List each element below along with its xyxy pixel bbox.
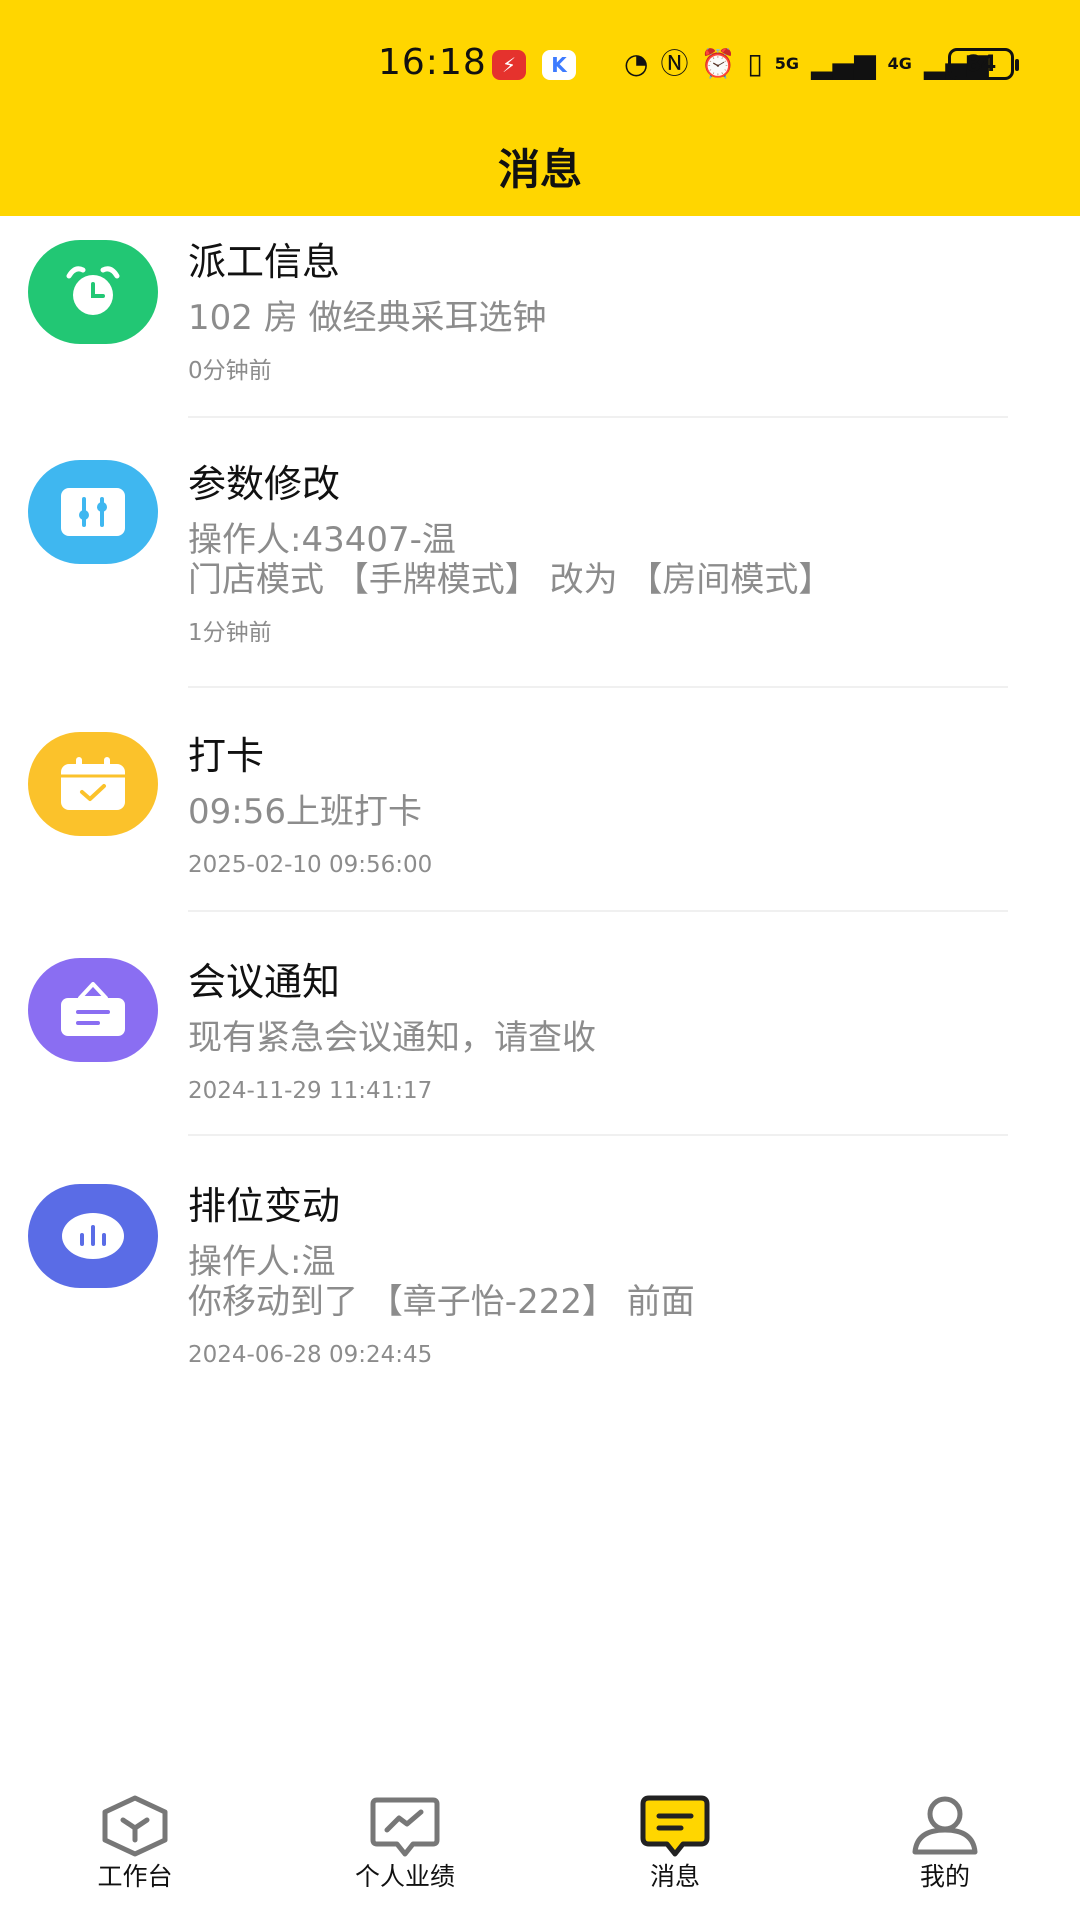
message-item-ranking-change[interactable]: 排位变动 操作人:温 你移动到了 【章子怡-222】 前面 2024-06-28… — [0, 1136, 1080, 1376]
message-item-clock-in[interactable]: 打卡 09:56上班打卡 2025-02-10 09:56:00 — [0, 686, 1080, 912]
bottom-navigation: 工作台 个人业绩 消息 我的 — [0, 1790, 1080, 1920]
alarm-clock-icon — [28, 240, 158, 344]
message-time: 2024-06-28 09:24:45 — [188, 1342, 433, 1368]
message-item-dispatch[interactable]: 派工信息 102 房 做经典采耳选钟 0分钟前 — [0, 216, 1080, 424]
notification-app-icon: ⚡ — [492, 50, 526, 80]
hd-call-icon: ◔ — [624, 47, 649, 80]
notification-app-icon-2: K — [542, 50, 576, 80]
sliders-icon — [28, 460, 158, 564]
message-time: 2025-02-10 09:56:00 — [188, 852, 433, 878]
message-body: 操作人:温 你移动到了 【章子怡-222】 前面 — [188, 1242, 695, 1322]
signal-4g-icon: 4G — [887, 54, 912, 73]
message-list: 派工信息 102 房 做经典采耳选钟 0分钟前 参数修改 操作人:43407-温… — [0, 216, 1080, 1376]
nav-item-profile[interactable]: 我的 — [810, 1790, 1080, 1920]
nav-label: 我的 — [919, 1862, 970, 1891]
bar-chart-icon — [28, 1184, 158, 1288]
signal-5g-icon: 5G — [774, 54, 800, 73]
nfc-icon: Ⓝ — [660, 47, 689, 80]
message-item-meeting-notice[interactable]: 会议通知 现有紧急会议通知，请查收 2024-11-29 11:41:17 — [0, 912, 1080, 1136]
message-time: 1分钟前 — [188, 620, 272, 646]
message-title: 参数修改 — [188, 462, 341, 506]
message-body: 操作人:43407-温 门店模式 【手牌模式】 改为 【房间模式】 — [188, 520, 833, 600]
page-title: 消息 — [497, 145, 582, 194]
message-icon — [640, 1795, 710, 1857]
message-title: 打卡 — [188, 734, 265, 778]
signal-bars-icon: ▂▄▆ — [811, 47, 876, 80]
nav-item-performance[interactable]: 个人业绩 — [270, 1790, 540, 1920]
message-title: 排位变动 — [188, 1184, 341, 1228]
calendar-check-icon — [28, 732, 158, 836]
status-time: 16:18 — [378, 42, 487, 83]
divider — [188, 416, 1008, 418]
workbench-icon — [102, 1795, 168, 1857]
message-title: 派工信息 — [188, 240, 341, 284]
battery-indicator: 84 — [948, 48, 1019, 80]
message-screen: 16:18 ⚡ K ◔ Ⓝ ⏰ ▯ 5G ▂▄▆ 4G ▂▄▆ 84 消息 派工… — [0, 0, 1080, 1920]
nav-item-messages[interactable]: 消息 — [540, 1790, 810, 1920]
message-item-parameter-change[interactable]: 参数修改 操作人:43407-温 门店模式 【手牌模式】 改为 【房间模式】 1… — [0, 424, 1080, 688]
nav-label: 工作台 — [97, 1862, 173, 1891]
message-time: 0分钟前 — [188, 358, 272, 384]
nav-label: 个人业绩 — [354, 1862, 455, 1891]
profile-icon — [912, 1796, 978, 1855]
status-bar: 16:18 ⚡ K ◔ Ⓝ ⏰ ▯ 5G ▂▄▆ 4G ▂▄▆ 84 — [0, 36, 1080, 92]
alarm-icon: ⏰ — [700, 47, 736, 80]
nav-item-workbench[interactable]: 工作台 — [0, 1790, 270, 1920]
message-body: 09:56上班打卡 — [188, 792, 422, 832]
message-title: 会议通知 — [188, 960, 341, 1004]
header: 16:18 ⚡ K ◔ Ⓝ ⏰ ▯ 5G ▂▄▆ 4G ▂▄▆ 84 消息 — [0, 0, 1080, 216]
nav-label: 消息 — [649, 1862, 700, 1891]
system-icons: ◔ Ⓝ ⏰ ▯ 5G ▂▄▆ 4G ▂▄▆ — [624, 44, 989, 84]
vibrate-icon: ▯ — [747, 47, 763, 80]
message-body: 现有紧急会议通知，请查收 — [188, 1018, 596, 1058]
notice-board-icon — [28, 958, 158, 1062]
performance-icon — [370, 1797, 440, 1857]
message-body: 102 房 做经典采耳选钟 — [188, 298, 547, 338]
message-time: 2024-11-29 11:41:17 — [188, 1078, 433, 1104]
